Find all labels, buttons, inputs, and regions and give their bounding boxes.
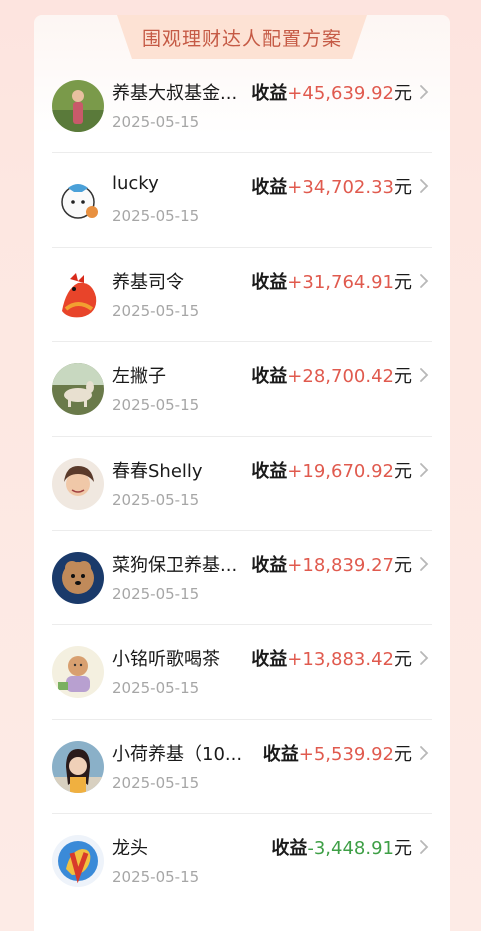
update-date: 2025-05-15 bbox=[112, 396, 200, 415]
woman-portrait-avatar bbox=[52, 740, 104, 793]
currency-unit: 元 bbox=[394, 838, 412, 860]
chevron-right-icon bbox=[420, 840, 429, 855]
currency-unit: 元 bbox=[394, 554, 412, 576]
update-date: 2025-05-15 bbox=[112, 868, 200, 887]
currency-unit: 元 bbox=[394, 83, 412, 104]
earning-value: +18,839.27 bbox=[287, 554, 394, 576]
list-item[interactable]: 小铭听歌喝茶 2025-05-15 收益+13,883.42元 bbox=[52, 625, 432, 720]
chevron-right-icon bbox=[420, 745, 429, 760]
chevron-right-icon bbox=[420, 368, 429, 383]
earning-value: +5,539.92 bbox=[298, 743, 394, 765]
earning-summary: 收益+19,670.92元 bbox=[251, 457, 412, 483]
chevron-right-icon bbox=[420, 273, 429, 288]
earning-summary: 收益+28,700.42元 bbox=[251, 362, 412, 388]
update-date: 2025-05-15 bbox=[112, 301, 200, 320]
earning-summary: 收益+34,702.33元 bbox=[251, 173, 412, 199]
expert-name: 小铭听歌喝茶 bbox=[112, 649, 220, 671]
list-item[interactable]: 小荷养基（10... 2025-05-15 收益+5,539.92元 bbox=[52, 720, 432, 815]
chevron-right-icon bbox=[420, 85, 429, 99]
earning-summary: 收益+45,639.92元 bbox=[251, 79, 412, 105]
earning-summary: 收益+18,839.27元 bbox=[251, 551, 412, 577]
update-date: 2025-05-15 bbox=[112, 113, 200, 131]
earning-summary: 收益+31,764.91元 bbox=[251, 268, 412, 294]
list-item[interactable]: 龙头 2025-05-15 收益-3,448.91元 bbox=[52, 814, 432, 908]
earning-value: +13,883.42 bbox=[287, 649, 394, 671]
chevron-right-icon bbox=[420, 651, 429, 666]
list-item[interactable]: 养基司令 2025-05-15 收益+31,764.91元 bbox=[52, 248, 432, 343]
update-date: 2025-05-15 bbox=[112, 773, 200, 792]
earning-value: +19,670.92 bbox=[287, 460, 394, 482]
dragon-emblem-avatar bbox=[52, 835, 104, 888]
update-date: 2025-05-15 bbox=[112, 679, 200, 698]
expert-name: lucky bbox=[112, 173, 159, 195]
chevron-right-icon bbox=[420, 557, 429, 571]
earning-label: 收益 bbox=[251, 649, 288, 671]
earning-value: +28,700.42 bbox=[287, 366, 394, 388]
update-date: 2025-05-15 bbox=[112, 584, 200, 603]
earning-label: 收益 bbox=[251, 554, 288, 576]
currency-unit: 元 bbox=[394, 271, 412, 293]
earning-summary: 收益-3,448.91元 bbox=[271, 834, 412, 860]
chevron-right-icon bbox=[420, 179, 429, 194]
expert-name: 养基司令 bbox=[112, 271, 184, 293]
currency-unit: 元 bbox=[394, 177, 412, 199]
earning-label: 收益 bbox=[251, 460, 288, 482]
woman-smiling-avatar bbox=[52, 457, 104, 510]
earning-summary: 收益+5,539.92元 bbox=[263, 740, 412, 766]
expert-name: 左撇子 bbox=[112, 366, 166, 388]
earning-summary: 收益+13,883.42元 bbox=[251, 645, 412, 671]
header-tab: 围观理财达人配置方案 bbox=[117, 15, 367, 59]
list-item[interactable]: 左撇子 2025-05-15 收益+28,700.42元 bbox=[52, 342, 432, 437]
man-forest-avatar bbox=[52, 80, 104, 132]
earning-value: +31,764.91 bbox=[287, 271, 394, 293]
list-item[interactable]: lucky 2025-05-15 收益+34,702.33元 bbox=[52, 153, 432, 248]
earning-value: +45,639.92 bbox=[287, 83, 394, 104]
list-item[interactable]: 养基大叔基金... 2025-05-15 收益+45,639.92元 bbox=[52, 59, 432, 154]
expert-name: 菜狗保卫养基... bbox=[112, 554, 238, 576]
cartoon-cat-avatar bbox=[52, 174, 104, 227]
earning-label: 收益 bbox=[251, 271, 288, 293]
earning-label: 收益 bbox=[251, 83, 288, 104]
monk-cartoon-avatar bbox=[52, 646, 104, 699]
currency-unit: 元 bbox=[394, 366, 412, 388]
chevron-right-icon bbox=[420, 462, 429, 477]
expert-name: 春春Shelly bbox=[112, 460, 203, 482]
horse-avatar bbox=[52, 363, 104, 416]
earning-label: 收益 bbox=[251, 366, 288, 388]
earning-value: +34,702.33 bbox=[287, 177, 394, 199]
expert-name: 小荷养基（10... bbox=[112, 743, 243, 765]
poodle-avatar bbox=[52, 551, 104, 604]
expert-name: 养基大叔基金... bbox=[112, 83, 238, 104]
rooster-avatar bbox=[52, 268, 104, 321]
list-item[interactable]: 春春Shelly 2025-05-15 收益+19,670.92元 bbox=[52, 437, 432, 531]
page-title: 围观理财达人配置方案 bbox=[141, 27, 342, 50]
currency-unit: 元 bbox=[394, 460, 412, 482]
earning-label: 收益 bbox=[262, 743, 299, 765]
expert-list: 养基大叔基金... 2025-05-15 收益+45,639.92元 lucky… bbox=[52, 59, 432, 909]
earning-label: 收益 bbox=[251, 177, 288, 199]
update-date: 2025-05-15 bbox=[112, 207, 200, 226]
earning-value: -3,448.91 bbox=[307, 838, 394, 860]
list-item[interactable]: 菜狗保卫养基... 2025-05-15 收益+18,839.27元 bbox=[52, 531, 432, 626]
currency-unit: 元 bbox=[394, 743, 412, 765]
earning-label: 收益 bbox=[271, 838, 308, 860]
update-date: 2025-05-15 bbox=[112, 490, 200, 509]
expert-name: 龙头 bbox=[112, 838, 148, 860]
currency-unit: 元 bbox=[394, 649, 412, 671]
